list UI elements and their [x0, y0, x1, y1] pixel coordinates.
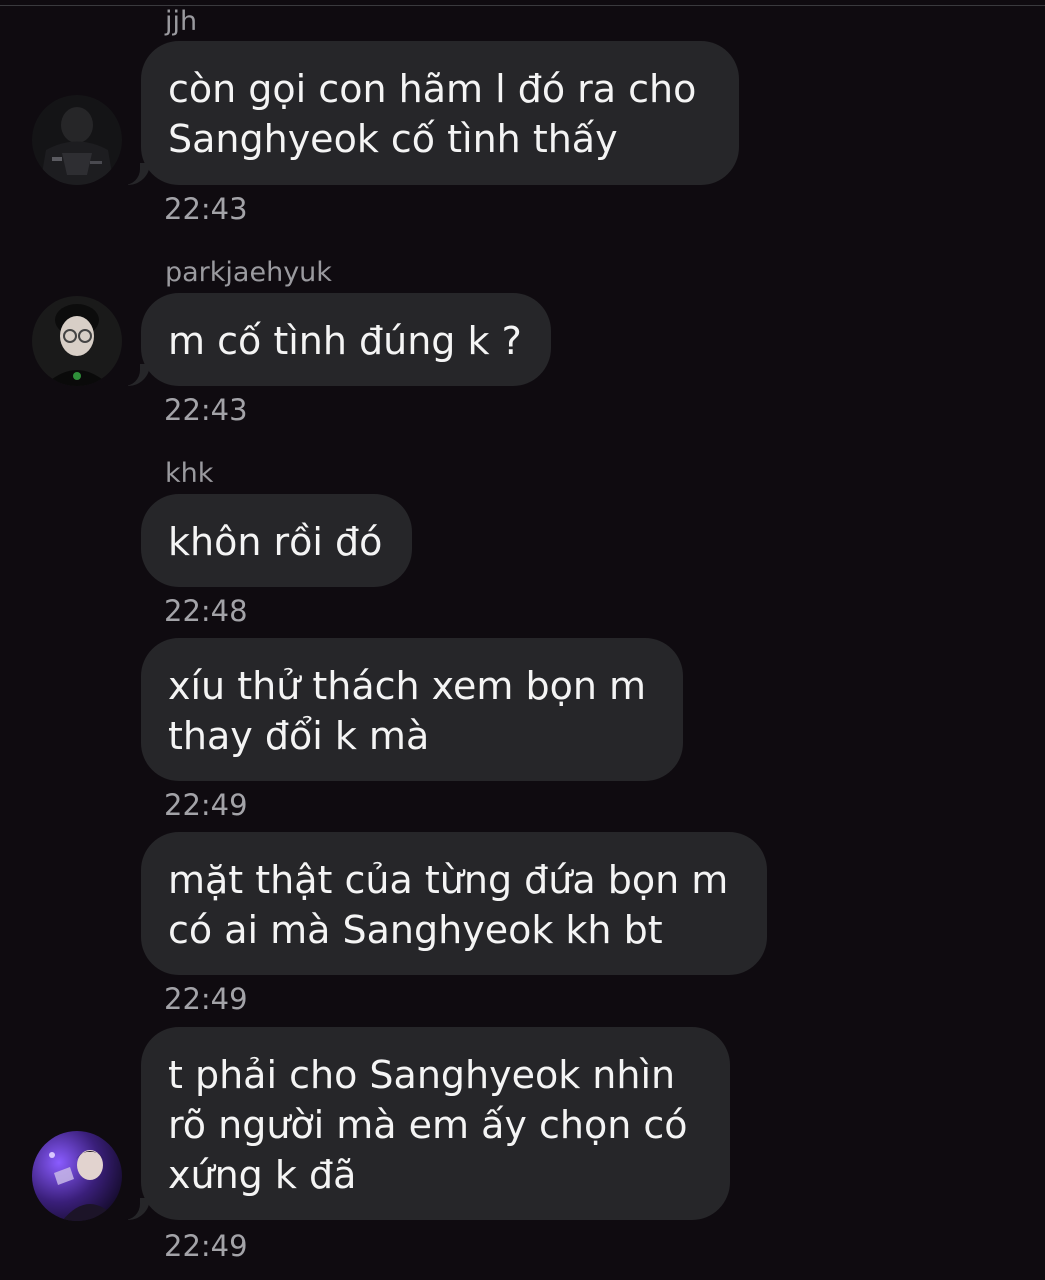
message-time: 22:49	[164, 1229, 248, 1263]
message-bubble[interactable]: m cố tình đúng k ?	[141, 293, 551, 386]
sender-name: parkjaehyuk	[165, 257, 332, 288]
avatar[interactable]	[32, 95, 122, 185]
message-text: có ai mà Sanghyeok kh bt	[168, 908, 663, 952]
message-text: m cố tình đúng k ?	[168, 319, 522, 363]
avatar[interactable]	[32, 1131, 122, 1221]
message-bubble[interactable]: t phải cho Sanghyeok nhìn rõ người mà em…	[141, 1027, 730, 1220]
message-text: rõ người mà em ấy chọn có	[168, 1103, 688, 1147]
avatar-glasses-icon	[32, 296, 122, 386]
message-text: xíu thử thách xem bọn m	[168, 664, 647, 708]
sender-name: jjh	[165, 6, 198, 37]
sender-name: khk	[165, 458, 214, 489]
message-text: mặt thật của từng đứa bọn m	[168, 858, 729, 902]
bubble-tail	[118, 358, 150, 386]
avatar[interactable]	[32, 296, 122, 386]
message-text: còn gọi con hãm l đó ra cho	[168, 67, 697, 111]
bubble-tail	[118, 1192, 150, 1220]
avatar-purple-photo-icon	[32, 1131, 122, 1221]
message-text: xứng k đã	[168, 1153, 357, 1197]
avatar-dark-jacket-icon	[32, 95, 122, 185]
message-text: thay đổi k mà	[168, 714, 430, 758]
top-divider	[0, 5, 1045, 6]
message-time: 22:43	[164, 393, 248, 427]
bubble-tail	[118, 157, 150, 185]
message-time: 22:43	[164, 192, 248, 226]
message-bubble[interactable]: còn gọi con hãm l đó ra cho Sanghyeok cố…	[141, 41, 739, 185]
message-text: Sanghyeok cố tình thấy	[168, 117, 618, 161]
message-time: 22:48	[164, 594, 248, 628]
message-text: khôn rồi đó	[168, 520, 383, 564]
message-time: 22:49	[164, 982, 248, 1016]
message-bubble[interactable]: khôn rồi đó	[141, 494, 412, 587]
message-time: 22:49	[164, 788, 248, 822]
message-text: t phải cho Sanghyeok nhìn	[168, 1053, 676, 1097]
message-bubble[interactable]: xíu thử thách xem bọn m thay đổi k mà	[141, 638, 683, 781]
message-bubble[interactable]: mặt thật của từng đứa bọn m có ai mà San…	[141, 832, 767, 975]
